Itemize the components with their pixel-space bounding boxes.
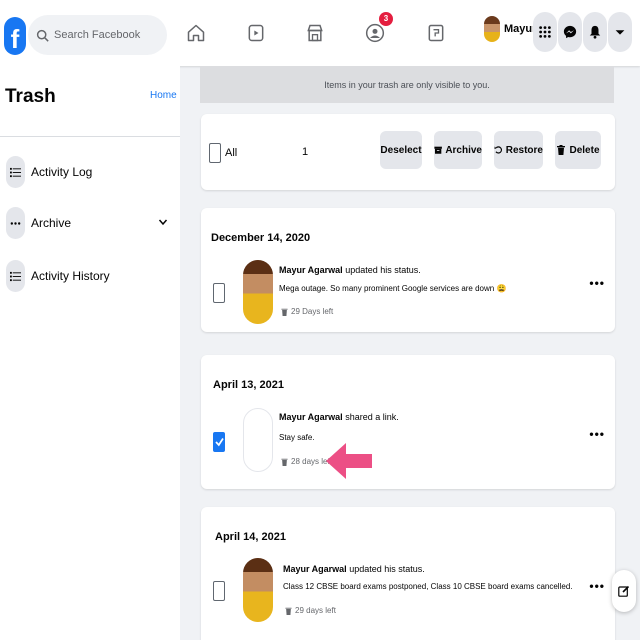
select-all-checkbox[interactable]	[209, 143, 221, 163]
post-days-left: 29 days left	[285, 606, 336, 615]
post-checkbox[interactable]	[213, 283, 225, 303]
restore-icon	[494, 146, 502, 154]
sidebar-icon-wrap	[6, 260, 25, 292]
more-options-button[interactable]: •••	[589, 427, 605, 441]
messenger-button[interactable]	[558, 12, 582, 52]
trash-icon	[285, 607, 292, 615]
search-input[interactable]	[54, 29, 164, 41]
more-dots-icon	[10, 221, 21, 225]
annotation-arrow-icon	[326, 443, 372, 479]
nav-watch[interactable]	[244, 18, 268, 48]
post-header: Mayur Agarwal updated his status.	[283, 564, 425, 574]
menu-grid-icon	[539, 26, 551, 38]
sidebar-item-label: Activity History	[31, 269, 110, 283]
groups-icon	[365, 23, 385, 43]
search-icon	[36, 29, 49, 42]
delete-label: Delete	[569, 144, 600, 156]
post-action: shared a link.	[342, 412, 399, 422]
restore-label: Restore	[505, 144, 543, 156]
notifications-button[interactable]	[583, 12, 607, 52]
post-days-left: 29 Days left	[281, 307, 333, 316]
messenger-icon	[563, 25, 577, 39]
watch-icon	[248, 24, 264, 42]
sidebar-item-label: Archive	[31, 216, 72, 230]
sidebar-icon-wrap	[6, 207, 25, 239]
menu-button[interactable]	[533, 12, 557, 52]
post-action: updated his status.	[342, 265, 421, 275]
bell-icon	[589, 25, 601, 39]
sidebar-item-archive[interactable]: Archive	[6, 205, 174, 241]
nav-gaming[interactable]	[424, 18, 448, 48]
post-text: Stay safe.	[279, 433, 315, 442]
sidebar-icon-wrap	[6, 156, 25, 188]
top-navigation-bar: f 3 Mayur	[0, 0, 640, 66]
checkmark-icon	[214, 438, 224, 447]
post-author[interactable]: Mayur Agarwal	[283, 564, 347, 574]
post-author[interactable]: Mayur Agarwal	[279, 412, 343, 422]
sidebar-item-activity-log[interactable]: Activity Log	[6, 154, 174, 190]
days-left-label: 29 Days left	[291, 307, 334, 316]
post-date: April 13, 2021	[213, 379, 284, 391]
notification-badge: 3	[379, 12, 393, 26]
post-date: April 14, 2021	[215, 531, 286, 543]
profile-avatar	[484, 16, 500, 42]
archive-icon	[434, 146, 442, 154]
post-date: December 14, 2020	[211, 232, 311, 244]
delete-button[interactable]: Delete	[555, 131, 601, 169]
restore-button[interactable]: Restore	[494, 131, 543, 169]
new-message-button[interactable]	[612, 570, 636, 612]
trash-toolbar: All 1 Deselect Archive Restore Delete	[201, 114, 615, 190]
chevron-down-icon[interactable]	[158, 217, 168, 227]
left-sidebar: Trash Home Activity Log Archive Activity…	[0, 66, 180, 640]
compose-icon	[618, 585, 630, 597]
list-icon	[10, 271, 21, 281]
deselect-label: Deselect	[380, 144, 422, 156]
gaming-icon	[428, 24, 444, 42]
home-link[interactable]: Home	[150, 90, 177, 101]
post-text: Mega outage. So many prominent Google se…	[279, 284, 507, 293]
trash-icon	[557, 145, 566, 155]
days-left-label: 29 days left	[295, 606, 336, 615]
post-action: updated his status.	[346, 564, 425, 574]
trash-privacy-notice: Items in your trash are only visible to …	[200, 66, 614, 103]
list-icon	[10, 167, 21, 177]
post-checkbox[interactable]	[213, 581, 225, 601]
post-checkbox[interactable]	[213, 432, 225, 452]
post-header: Mayur Agarwal shared a link.	[279, 412, 399, 422]
sidebar-item-activity-history[interactable]: Activity History	[6, 258, 174, 294]
marketplace-icon	[307, 24, 323, 42]
trash-post-card: April 13, 2021 Mayur Agarwal shared a li…	[201, 355, 615, 489]
trash-icon	[281, 308, 288, 316]
search-box[interactable]	[28, 15, 167, 55]
deselect-button[interactable]: Deselect	[380, 131, 422, 169]
trash-post-card: April 14, 2021 Mayur Agarwal updated his…	[201, 507, 615, 640]
nav-marketplace[interactable]	[303, 18, 327, 48]
post-text: Class 12 CBSE board exams postponed, Cla…	[283, 582, 573, 591]
profile-name: Mayur	[504, 23, 537, 35]
more-options-button[interactable]: •••	[589, 579, 605, 593]
archive-button[interactable]: Archive	[434, 131, 482, 169]
nav-groups[interactable]: 3	[363, 12, 393, 48]
author-avatar	[243, 558, 273, 622]
profile-chip[interactable]: Mayur	[484, 14, 540, 44]
post-author[interactable]: Mayur Agarwal	[279, 265, 343, 275]
nav-home[interactable]	[184, 18, 208, 48]
post-header: Mayur Agarwal updated his status.	[279, 265, 421, 275]
trash-icon	[281, 458, 288, 466]
selected-count: 1	[302, 146, 309, 158]
archive-label: Archive	[445, 144, 482, 156]
link-preview-thumbnail	[243, 408, 273, 472]
sidebar-item-label: Activity Log	[31, 165, 93, 179]
account-dropdown-icon	[615, 30, 625, 35]
select-all-label: All	[225, 147, 238, 159]
home-icon	[187, 24, 205, 42]
more-options-button[interactable]: •••	[589, 276, 605, 290]
page-title: Trash	[5, 86, 56, 107]
account-dropdown-button[interactable]	[608, 12, 632, 52]
sidebar-divider	[0, 136, 180, 137]
facebook-logo[interactable]: f	[4, 17, 26, 55]
author-avatar	[243, 260, 273, 324]
trash-post-card: December 14, 2020 Mayur Agarwal updated …	[201, 208, 615, 332]
